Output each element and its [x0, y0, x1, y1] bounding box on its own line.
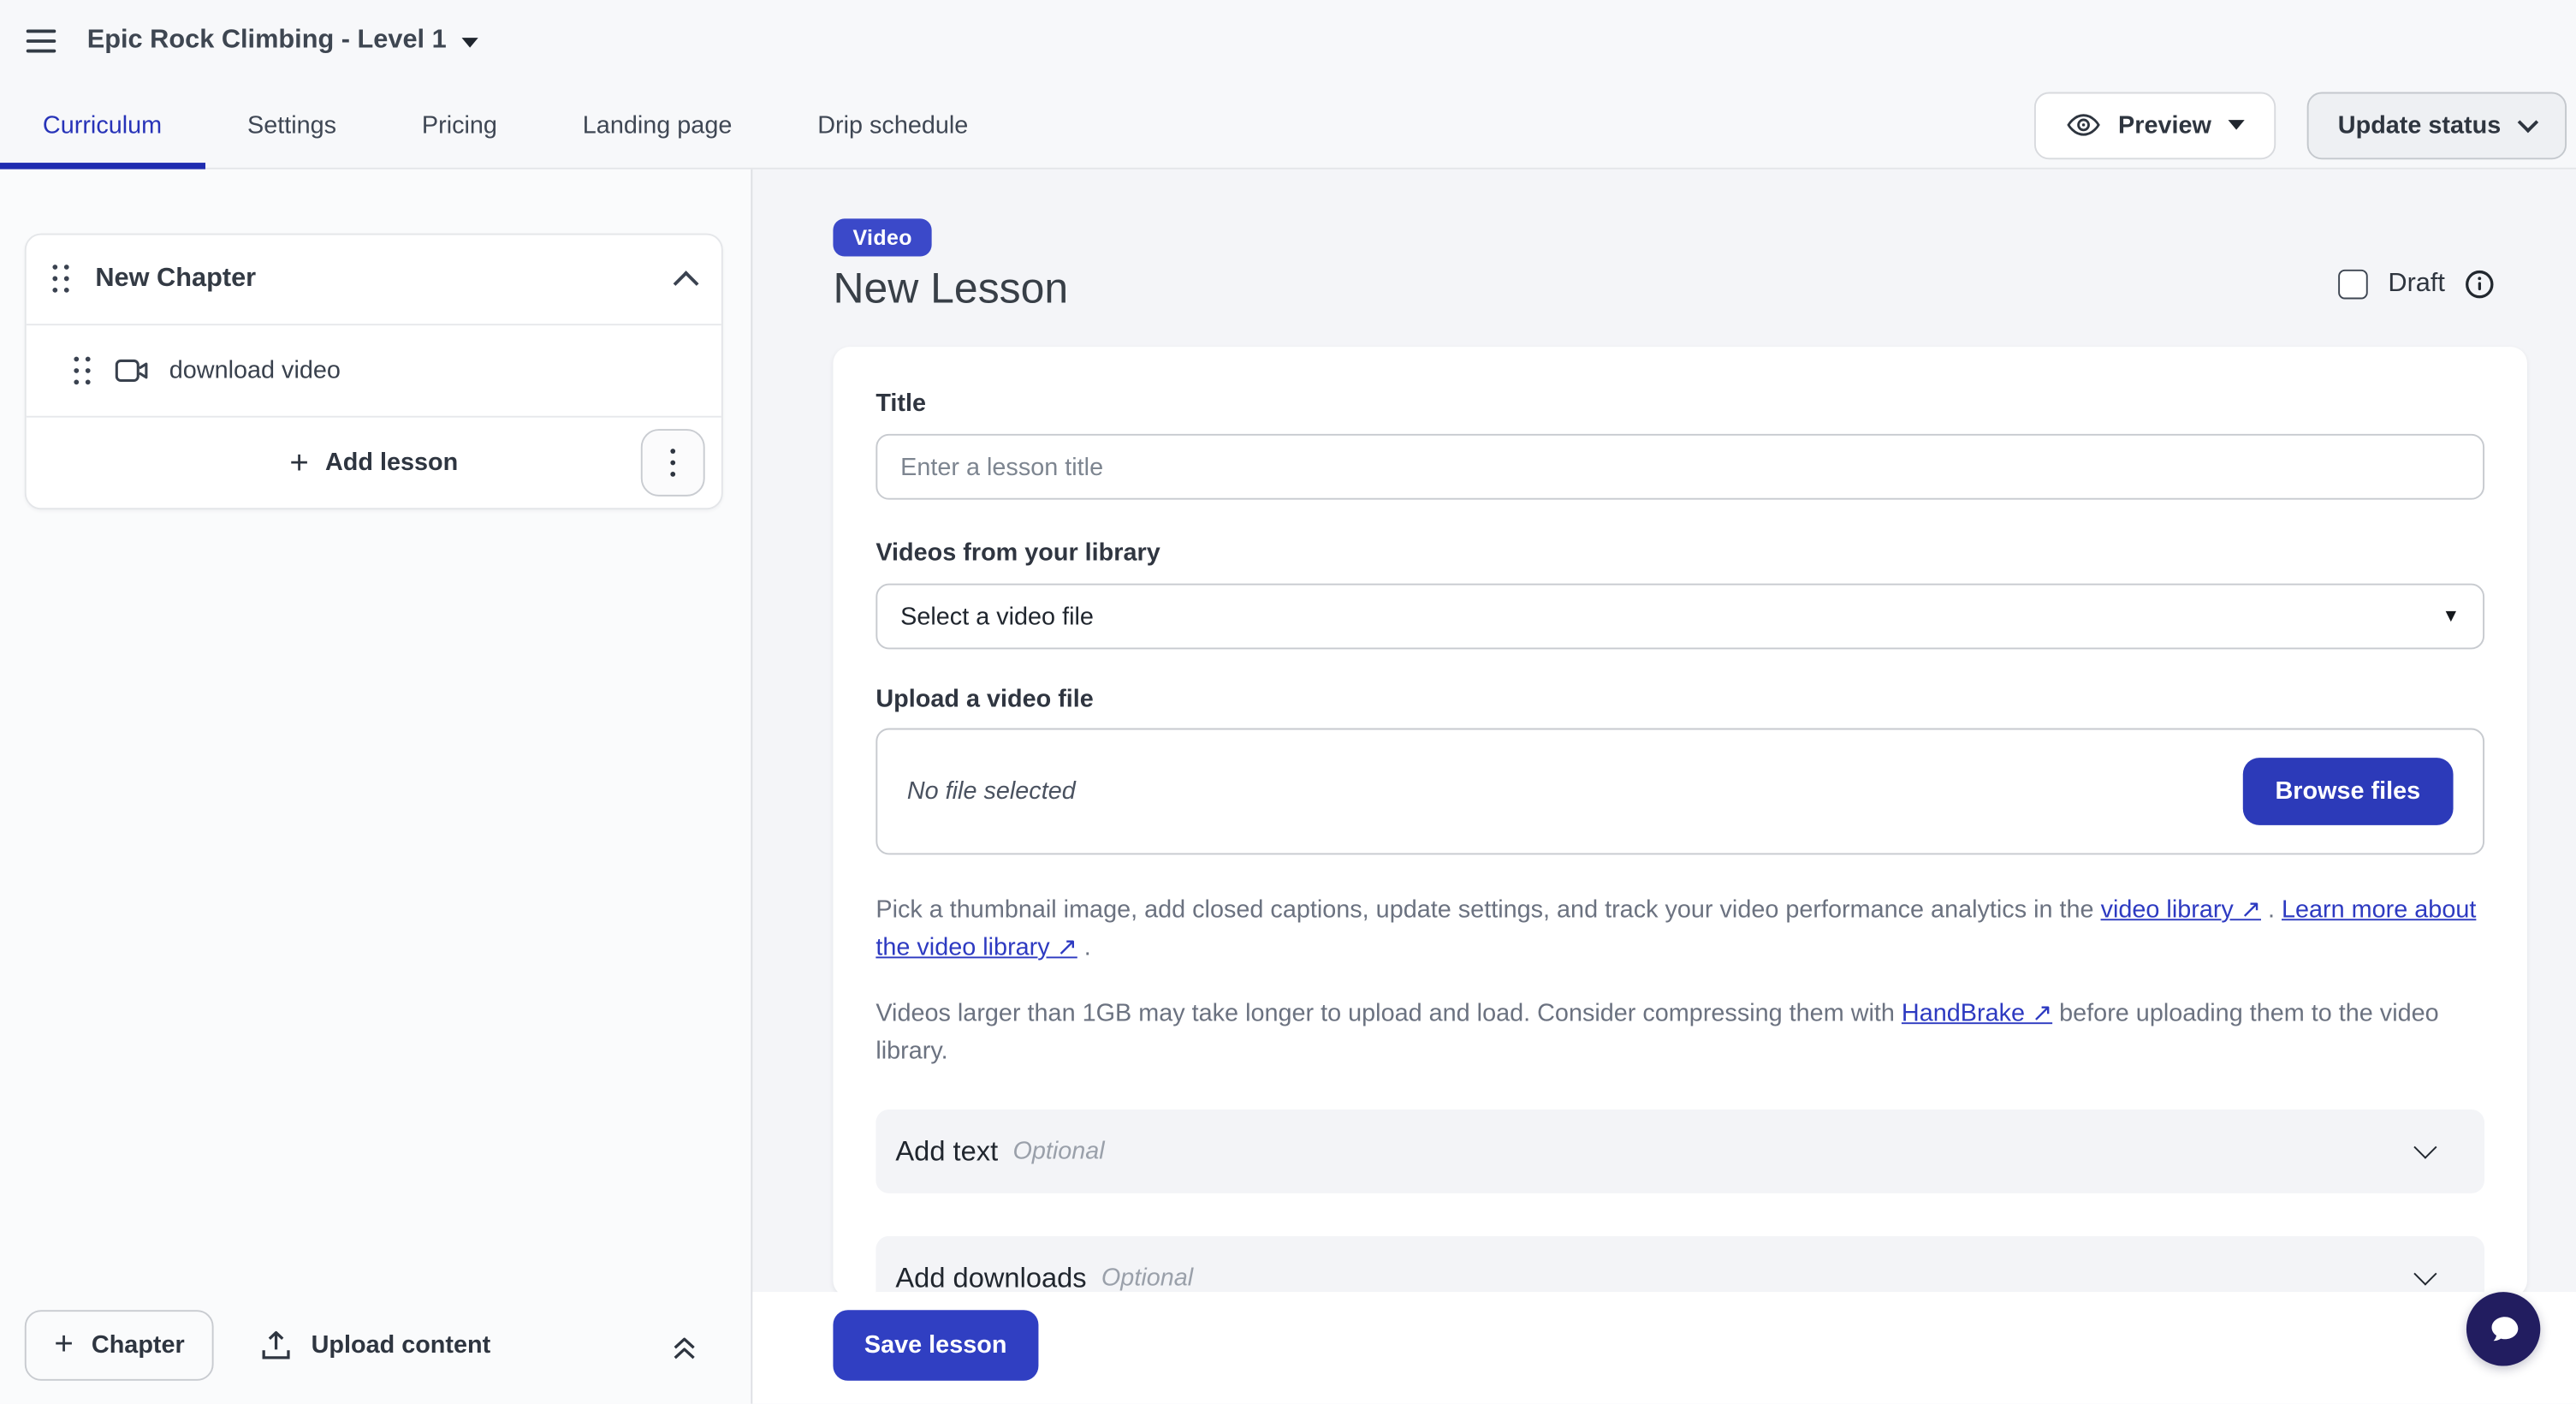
plus-icon: +	[289, 446, 308, 479]
hamburger-menu-icon[interactable]	[27, 30, 56, 53]
browse-files-button[interactable]: Browse files	[2242, 758, 2453, 825]
select-caret-icon: ▼	[2442, 606, 2460, 626]
double-chevron-up-icon	[668, 1329, 699, 1359]
inline-link[interactable]: video library ↗	[2101, 895, 2261, 924]
compression-help-text: Videos larger than 1GB may take longer t…	[875, 995, 2484, 1070]
lesson-title-input[interactable]	[875, 434, 2484, 500]
tab-landing-page[interactable]: Landing page	[540, 82, 775, 168]
plus-icon: +	[54, 1328, 73, 1360]
caret-down-icon	[2228, 120, 2244, 130]
lesson-header: Video New Lesson Draft	[833, 218, 2494, 313]
upload-label: Upload a video file	[875, 686, 2484, 714]
chevron-up-icon[interactable]	[674, 271, 699, 296]
file-upload-box: No file selected Browse files	[875, 729, 2484, 855]
save-bar: Save lesson	[752, 1292, 2576, 1404]
update-status-button[interactable]: Update status	[2306, 92, 2567, 159]
lesson-type-badge: Video	[833, 218, 932, 256]
sidebar-footer: + Chapter Upload content	[0, 1285, 751, 1403]
chat-bubble-icon	[2482, 1307, 2525, 1350]
tab-settings[interactable]: Settings	[205, 82, 379, 168]
add-lesson-button[interactable]: + Add lesson	[289, 446, 458, 479]
course-title: Epic Rock Climbing - Level 1	[87, 27, 447, 57]
save-lesson-button[interactable]: Save lesson	[833, 1310, 1037, 1381]
curriculum-sidebar: New Chapter download video	[0, 170, 752, 1404]
draft-checkbox[interactable]	[2339, 270, 2369, 300]
draft-label: Draft	[2388, 270, 2445, 300]
header-actions: Preview Update status	[2034, 82, 2567, 168]
title-label: Title	[875, 390, 2484, 418]
upload-icon	[262, 1329, 292, 1359]
chevron-down-icon	[2413, 1262, 2437, 1285]
lesson-form-card: Title Videos from your library Select a …	[833, 347, 2527, 1297]
topbar: Epic Rock Climbing - Level 1	[0, 0, 2576, 82]
lesson-page-title: New Lesson	[833, 263, 2494, 314]
lesson-title: download video	[169, 357, 341, 385]
drag-handle-icon[interactable]	[74, 356, 92, 386]
chapter-header[interactable]: New Chapter	[27, 235, 721, 324]
add-downloads-accordion[interactable]: Add downloads Optional	[875, 1236, 2484, 1297]
video-camera-icon	[115, 359, 149, 384]
lesson-editor: Video New Lesson Draft Title	[752, 170, 2576, 1404]
video-library-help-text: Pick a thumbnail image, add closed capti…	[875, 891, 2484, 967]
content-area: New Chapter download video	[0, 170, 2576, 1404]
lesson-row[interactable]: download video	[27, 325, 721, 416]
app-window: Epic Rock Climbing - Level 1 Curriculum …	[0, 0, 2576, 1404]
tab-bar: Curriculum Settings Pricing Landing page…	[0, 82, 2576, 170]
chevron-down-icon	[461, 38, 478, 48]
chapter-footer: + Add lesson	[27, 418, 721, 509]
tab-pricing[interactable]: Pricing	[379, 82, 540, 168]
chat-widget-button[interactable]	[2466, 1292, 2540, 1365]
no-file-text: No file selected	[907, 777, 1076, 806]
inline-link[interactable]: HandBrake ↗	[1902, 999, 2052, 1027]
upload-content-button[interactable]: Upload content	[262, 1329, 490, 1359]
eye-icon	[2066, 112, 2102, 139]
library-label: Videos from your library	[875, 539, 2484, 568]
video-library-select[interactable]: Select a video file ▼	[875, 584, 2484, 650]
add-chapter-button[interactable]: + Chapter	[25, 1309, 215, 1380]
tab-drip-schedule[interactable]: Drip schedule	[775, 82, 1011, 168]
collapse-all-button[interactable]	[668, 1329, 699, 1359]
course-title-dropdown[interactable]: Epic Rock Climbing - Level 1	[87, 27, 478, 57]
chevron-down-icon	[2413, 1136, 2437, 1159]
drag-handle-icon[interactable]	[52, 265, 70, 294]
info-icon[interactable]	[2465, 270, 2495, 300]
add-text-accordion[interactable]: Add text Optional	[875, 1110, 2484, 1193]
chevron-down-icon	[2518, 111, 2538, 132]
chapter-card: New Chapter download video	[25, 234, 723, 510]
chapter-title: New Chapter	[95, 265, 256, 294]
preview-button[interactable]: Preview	[2034, 92, 2276, 159]
draft-toggle-group: Draft	[2339, 270, 2495, 300]
tab-curriculum[interactable]: Curriculum	[0, 82, 205, 168]
chapter-options-button[interactable]	[641, 429, 705, 497]
